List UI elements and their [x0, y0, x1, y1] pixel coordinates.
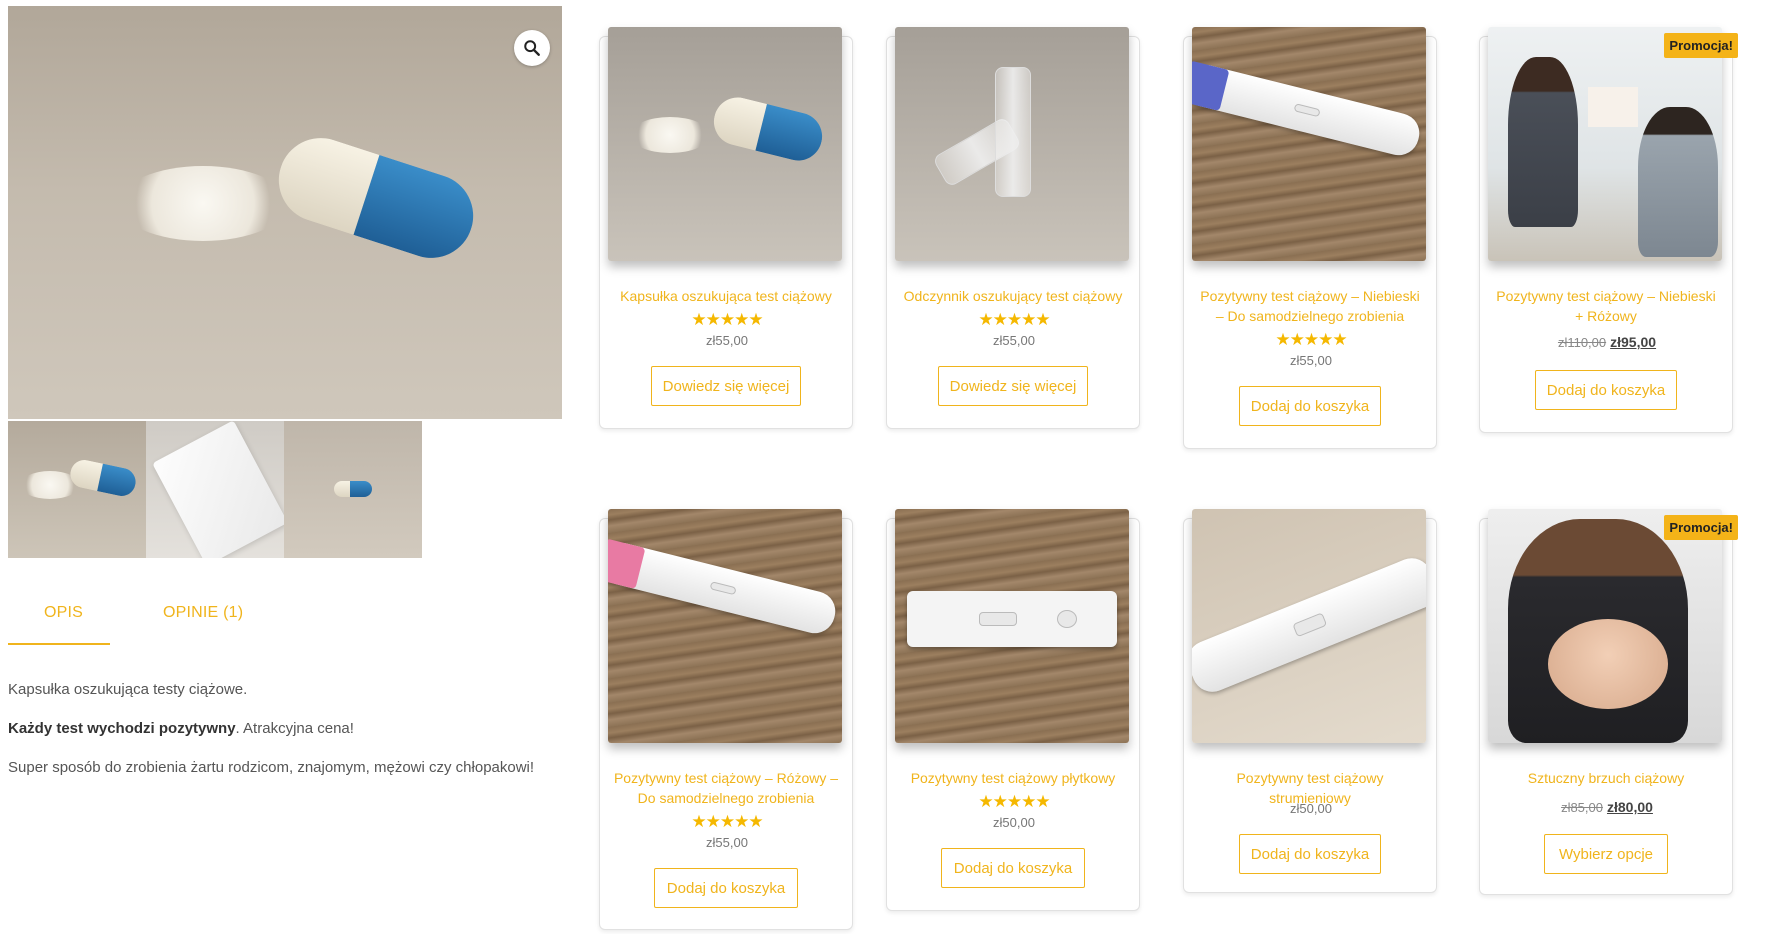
select-options-button[interactable]: Wybierz opcje [1544, 834, 1668, 874]
test-window-image-detail [709, 581, 737, 596]
woman-image-detail [1508, 57, 1578, 227]
product-card: Pozytywny test ciążowy – Różowy – Do sam… [599, 509, 853, 930]
capsule-image-detail [67, 457, 139, 499]
gallery-thumbnail-1[interactable] [8, 421, 146, 558]
pregnancy-test-image-detail [1192, 60, 1424, 160]
pregnancy-test-image-detail [608, 538, 840, 638]
sale-badge: Promocja! [1664, 33, 1738, 58]
rating-stars: ★★★★★ [691, 310, 763, 329]
product-image[interactable] [1192, 27, 1426, 261]
learn-more-button[interactable]: Dowiedz się więcej [938, 366, 1088, 406]
bag-image-detail [152, 421, 284, 558]
test-window-image-detail [1057, 610, 1077, 628]
man-image-detail [1638, 107, 1718, 257]
magnifier-icon [524, 40, 540, 56]
sale-badge: Promocja! [1664, 515, 1738, 540]
product-price: zł55,00 [706, 333, 748, 348]
product-card: Pozytywny test ciążowy – Niebieski – Do … [1183, 27, 1437, 449]
original-price: zł110,00 [1557, 335, 1607, 350]
strip-tip-image-detail [1192, 60, 1230, 112]
zoom-button[interactable] [514, 30, 550, 66]
product-title[interactable]: Kapsułka oszukująca test ciążowy [612, 286, 840, 306]
product-price: zł110,00 zł95,00 [1480, 334, 1734, 350]
learn-more-button[interactable]: Dowiedz się więcej [651, 366, 801, 406]
product-title[interactable]: Pozytywny test ciążowy płytkowy [899, 768, 1127, 788]
test-window-image-detail [979, 612, 1017, 626]
tab-description[interactable]: OPIS [44, 604, 83, 622]
product-card: Promocja! Sztuczny brzuch ciążowy zł85,0… [1479, 509, 1738, 895]
product-price: zł50,00 [1290, 801, 1332, 816]
gallery-thumbnail-2[interactable] [146, 421, 284, 558]
belly-image-detail [1548, 619, 1668, 709]
product-title[interactable]: Sztuczny brzuch ciążowy [1492, 768, 1720, 788]
product-card: Pozytywny test ciążowy strumieniowy zł50… [1183, 509, 1437, 893]
powder-image-detail [630, 117, 710, 153]
description-line-2-rest: . Atrakcyjna cena! [235, 720, 354, 737]
product-card: Odczynnik oszukujący test ciążowy ★★★★★ … [886, 27, 1140, 429]
description-line-1: Kapsułka oszukująca testy ciążowe. [8, 681, 248, 698]
rating-stars: ★★★★★ [1275, 330, 1347, 349]
product-image[interactable] [895, 509, 1129, 743]
paper-image-detail [1588, 87, 1638, 127]
pregnancy-test-image-detail [907, 591, 1117, 647]
product-image[interactable] [1192, 509, 1426, 743]
product-price: zł55,00 [706, 835, 748, 850]
add-to-cart-button[interactable]: Dodaj do koszyka [654, 868, 798, 908]
strip-tip-image-detail [608, 538, 646, 590]
rating-stars: ★★★★★ [978, 792, 1050, 811]
product-price: zł55,00 [1290, 353, 1332, 368]
sale-price: zł95,00 [1610, 334, 1657, 350]
product-title[interactable]: Pozytywny test ciążowy – Niebieski + Róż… [1492, 286, 1720, 326]
description-line-3: Super sposób do zrobienia żartu rodzicom… [8, 759, 535, 776]
add-to-cart-button[interactable]: Dodaj do koszyka [1239, 834, 1381, 874]
product-title[interactable]: Odczynnik oszukujący test ciążowy [899, 286, 1127, 306]
capsule-image-detail [708, 92, 828, 166]
pregnancy-test-image-detail [1192, 552, 1426, 698]
product-image[interactable] [608, 27, 842, 261]
product-price: zł50,00 [993, 815, 1035, 830]
product-price: zł55,00 [993, 333, 1035, 348]
product-image[interactable] [1488, 509, 1722, 743]
test-window-image-detail [1292, 612, 1328, 638]
tab-reviews[interactable]: OPINIE (1) [163, 604, 243, 622]
add-to-cart-button[interactable]: Dodaj do koszyka [941, 848, 1085, 888]
original-price: zł85,00 [1561, 800, 1603, 815]
sale-price: zł80,00 [1606, 799, 1653, 815]
product-image[interactable] [895, 27, 1129, 261]
capsule-image-detail [267, 127, 485, 269]
capsule-image-detail [334, 481, 372, 497]
product-image[interactable] [1488, 27, 1722, 261]
product-card: Promocja! Pozytywny test ciążowy – Niebi… [1479, 27, 1738, 433]
product-card: Kapsułka oszukująca test ciążowy ★★★★★ z… [599, 27, 853, 429]
test-window-image-detail [1293, 103, 1321, 118]
rating-stars: ★★★★★ [691, 812, 763, 831]
gallery-thumbnail-3[interactable] [284, 421, 422, 558]
powder-image-detail [118, 166, 288, 241]
product-image[interactable] [608, 509, 842, 743]
product-title[interactable]: Pozytywny test ciążowy – Różowy – Do sam… [612, 768, 840, 808]
description-highlight: Każdy test wychodzi pozytywny [8, 720, 236, 737]
product-price: zł85,00 zł80,00 [1480, 799, 1734, 815]
description-line-2: Każdy test wychodzi pozytywny. Atrakcyjn… [8, 720, 354, 737]
add-to-cart-button[interactable]: Dodaj do koszyka [1239, 386, 1381, 426]
ampoule-image-detail [995, 67, 1031, 197]
add-to-cart-button[interactable]: Dodaj do koszyka [1535, 370, 1677, 410]
product-main-image[interactable] [8, 6, 562, 419]
product-title[interactable]: Pozytywny test ciążowy – Niebieski – Do … [1196, 286, 1424, 326]
rating-stars: ★★★★★ [978, 310, 1050, 329]
active-tab-underline [8, 643, 110, 645]
product-card: Pozytywny test ciążowy płytkowy ★★★★★ zł… [886, 509, 1140, 911]
